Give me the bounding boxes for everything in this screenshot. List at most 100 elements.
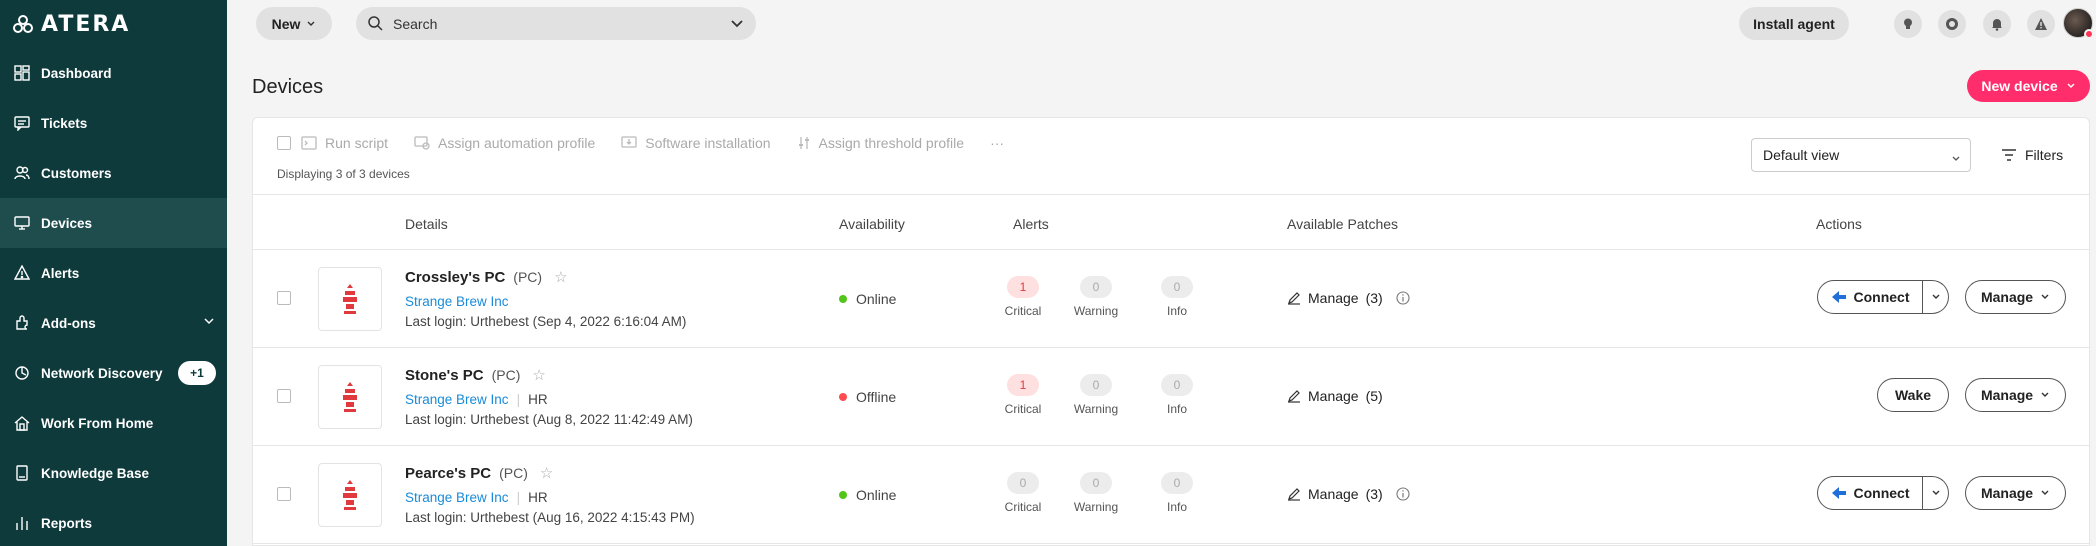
patches-count: (3) bbox=[1365, 290, 1383, 306]
bell-icon[interactable] bbox=[1983, 10, 2011, 38]
alert-critical[interactable]: 0 Critical bbox=[993, 472, 1053, 514]
assign-threshold-profile-action[interactable]: Assign threshold profile bbox=[797, 135, 964, 151]
connect-dropdown[interactable] bbox=[1923, 280, 1949, 314]
info-icon[interactable] bbox=[1396, 487, 1410, 501]
info-count: 0 bbox=[1161, 472, 1193, 494]
wake-button[interactable]: Wake bbox=[1877, 378, 1949, 412]
more-actions-button[interactable]: ··· bbox=[990, 135, 1004, 151]
device-name[interactable]: Stone's PC bbox=[405, 367, 484, 384]
connect-dropdown[interactable] bbox=[1923, 476, 1949, 510]
avatar[interactable] bbox=[2063, 8, 2094, 39]
sidebar-item-work-from-home[interactable]: Work From Home bbox=[0, 398, 227, 448]
sidebar-item-customers[interactable]: Customers bbox=[0, 148, 227, 198]
availability-status: Online bbox=[839, 487, 896, 503]
sidebar-item-alerts[interactable]: Alerts bbox=[0, 248, 227, 298]
filters-button[interactable]: Filters bbox=[2001, 147, 2063, 163]
sidebar-item-knowledge-base[interactable]: Knowledge Base bbox=[0, 448, 227, 498]
devices-card: Run script Assign automation profile Sof… bbox=[252, 117, 2090, 546]
software-installation-label: Software installation bbox=[645, 135, 771, 151]
patches-manage[interactable]: Manage (3) bbox=[1287, 486, 1410, 502]
sidebar-item-dashboard[interactable]: Dashboard bbox=[0, 48, 227, 98]
pencil-icon bbox=[1288, 390, 1300, 403]
alert-critical[interactable]: 1 Critical bbox=[993, 276, 1053, 318]
lightbulb-icon[interactable] bbox=[1894, 10, 1922, 38]
alert-warning[interactable]: 0 Warning bbox=[1066, 472, 1126, 514]
critical-count: 0 bbox=[1007, 472, 1039, 494]
device-name[interactable]: Crossley's PC bbox=[405, 269, 505, 286]
run-script-action[interactable]: Run script bbox=[301, 135, 388, 151]
connect-icon bbox=[1831, 291, 1846, 303]
sidebar-item-addons[interactable]: Add-ons bbox=[0, 298, 227, 348]
column-header-availability[interactable]: Availability bbox=[839, 216, 905, 232]
install-agent-button[interactable]: Install agent bbox=[1739, 7, 1849, 40]
patches-manage-label: Manage bbox=[1308, 388, 1359, 404]
separator: | bbox=[516, 392, 521, 407]
search-input[interactable]: Search bbox=[356, 7, 756, 40]
info-count: 0 bbox=[1161, 374, 1193, 396]
atera-logo[interactable]: ATERA bbox=[13, 12, 130, 37]
chevron-down-icon bbox=[2041, 392, 2049, 397]
alert-info[interactable]: 0 Info bbox=[1147, 472, 1207, 514]
tickets-icon bbox=[13, 114, 31, 132]
crest-icon bbox=[343, 480, 357, 510]
alert-warning[interactable]: 0 Warning bbox=[1066, 374, 1126, 416]
info-label: Info bbox=[1166, 402, 1187, 416]
chevron-down-icon bbox=[1932, 294, 1939, 299]
sidebar-item-devices[interactable]: Devices bbox=[0, 198, 227, 248]
sidebar-item-label: Alerts bbox=[41, 265, 80, 281]
connect-button[interactable]: Connect bbox=[1817, 280, 1923, 314]
availability-label: Online bbox=[856, 291, 897, 307]
patches-manage[interactable]: Manage (3) bbox=[1287, 290, 1410, 306]
chevron-down-icon[interactable] bbox=[730, 17, 744, 34]
star-icon[interactable]: ☆ bbox=[540, 464, 553, 482]
alert-critical[interactable]: 1 Critical bbox=[993, 374, 1053, 416]
table-row[interactable]: Stone's PC (PC) ☆ Strange Brew Inc | HR … bbox=[253, 348, 2089, 446]
new-device-button[interactable]: New device bbox=[1967, 70, 2090, 102]
chevron-down-icon[interactable] bbox=[203, 315, 215, 330]
patches-manage[interactable]: Manage (5) bbox=[1287, 388, 1383, 404]
row-checkbox[interactable] bbox=[277, 487, 291, 501]
last-login: Last login: Urthebest (Aug 8, 2022 11:42… bbox=[405, 412, 693, 427]
view-select[interactable]: Default view bbox=[1751, 138, 1971, 172]
software-installation-action[interactable]: Software installation bbox=[621, 135, 771, 151]
warning-icon[interactable] bbox=[2027, 10, 2055, 38]
select-all-checkbox[interactable] bbox=[277, 136, 291, 150]
warning-label: Warning bbox=[1073, 402, 1119, 416]
sidebar-item-label: Dashboard bbox=[41, 65, 112, 81]
row-checkbox[interactable] bbox=[277, 291, 291, 305]
critical-label: Critical bbox=[1004, 402, 1042, 416]
network-discovery-icon bbox=[13, 364, 31, 382]
column-header-details[interactable]: Details bbox=[405, 216, 448, 232]
assign-automation-profile-action[interactable]: Assign automation profile bbox=[414, 135, 595, 151]
customer-link[interactable]: Strange Brew Inc bbox=[405, 490, 509, 505]
sidebar-item-tickets[interactable]: Tickets bbox=[0, 98, 227, 148]
manage-button[interactable]: Manage bbox=[1965, 378, 2066, 412]
warning-label: Warning bbox=[1073, 304, 1119, 318]
sidebar-item-label: Devices bbox=[41, 215, 93, 231]
sidebar-item-reports[interactable]: Reports bbox=[0, 498, 227, 546]
manage-button[interactable]: Manage bbox=[1965, 476, 2066, 510]
table-row[interactable]: Crossley's PC (PC) ☆ Strange Brew Inc La… bbox=[253, 250, 2089, 348]
info-icon[interactable] bbox=[1396, 291, 1410, 305]
alert-info[interactable]: 0 Info bbox=[1147, 276, 1207, 318]
star-icon[interactable]: ☆ bbox=[532, 366, 545, 384]
device-name[interactable]: Pearce's PC bbox=[405, 465, 491, 482]
offline-dot bbox=[839, 393, 847, 401]
row-checkbox[interactable] bbox=[277, 389, 291, 403]
separator: | bbox=[516, 490, 521, 505]
online-dot bbox=[839, 295, 847, 303]
column-header-alerts[interactable]: Alerts bbox=[1013, 216, 1049, 232]
manage-button[interactable]: Manage bbox=[1965, 280, 2066, 314]
sidebar-item-network-discovery[interactable]: Network Discovery +1 bbox=[0, 348, 227, 398]
customer-link[interactable]: Strange Brew Inc bbox=[405, 294, 509, 309]
patches-manage-label: Manage bbox=[1308, 290, 1359, 306]
chat-icon[interactable] bbox=[1938, 10, 1966, 38]
column-header-available-patches[interactable]: Available Patches bbox=[1287, 216, 1398, 232]
alert-info[interactable]: 0 Info bbox=[1147, 374, 1207, 416]
table-row[interactable]: Pearce's PC (PC) ☆ Strange Brew Inc | HR… bbox=[253, 446, 2089, 544]
customer-link[interactable]: Strange Brew Inc bbox=[405, 392, 509, 407]
connect-button[interactable]: Connect bbox=[1817, 476, 1923, 510]
new-button[interactable]: New bbox=[256, 7, 332, 40]
star-icon[interactable]: ☆ bbox=[554, 268, 567, 286]
alert-warning[interactable]: 0 Warning bbox=[1066, 276, 1126, 318]
